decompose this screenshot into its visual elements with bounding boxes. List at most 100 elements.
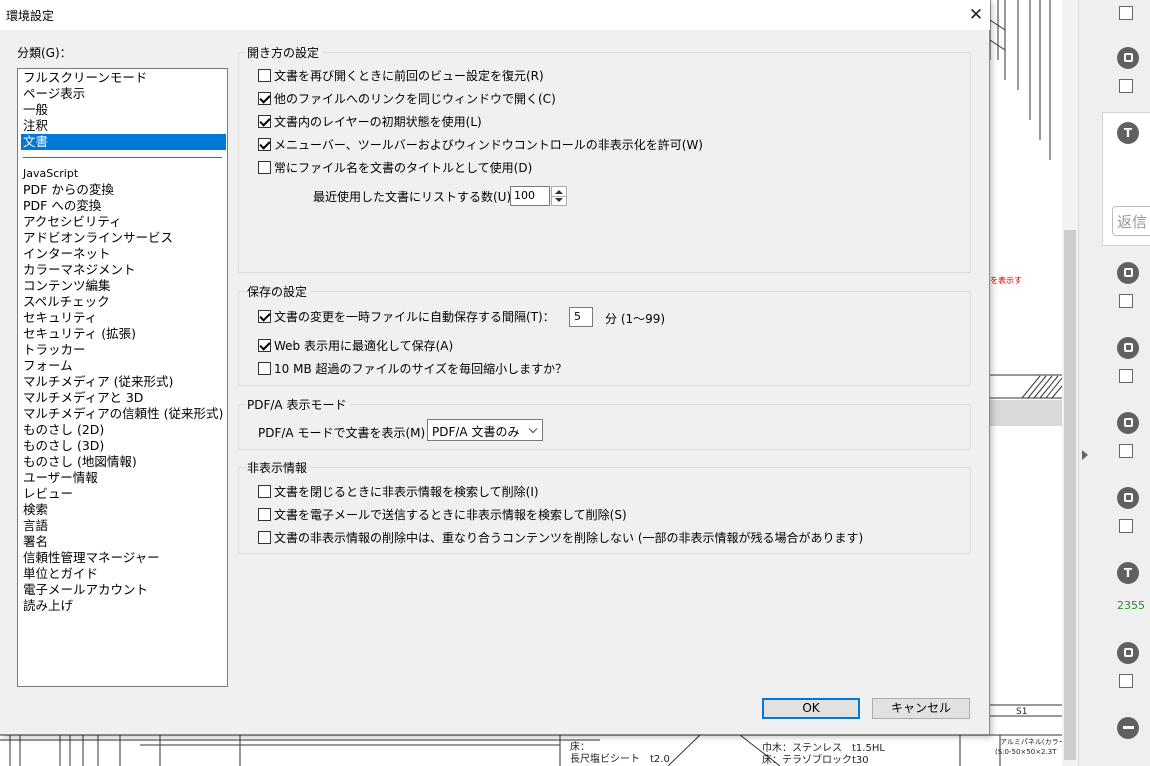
hide-menubar-option[interactable]: メニューバー、ツールバーおよびウィンドウコントロールの非表示化を許可(W) [258,137,703,153]
category-item[interactable]: 署名 [21,534,226,550]
preferences-dialog: 環境設定 ✕ 分類(G)： フルスクリーンモード ページ表示 一般 注釈 文書 … [0,0,990,735]
category-item[interactable]: PDF への変換 [21,198,226,214]
restore-view-option[interactable]: 文書を再び開くときに前回のビュー設定を復元(R) [258,68,544,84]
category-item[interactable]: 言語 [21,518,226,534]
category-item-general[interactable]: 一般 [21,102,226,118]
category-item-page-display[interactable]: ページ表示 [21,86,226,102]
save-settings-title: 保存の設定 [247,283,312,300]
same-window-label: 他のファイルへのリンクを同じウィンドウで開く(C) [274,92,556,106]
category-item[interactable]: 読み上げ [21,598,226,614]
category-item-commenting[interactable]: 注釈 [21,118,226,134]
stamp-comment-icon [1117,262,1139,284]
recent-docs-label: 最近使用した文書にリストする数(U)： [313,190,524,204]
category-item[interactable]: カラーマネジメント [21,262,226,278]
category-item-documents[interactable]: 文書 [21,134,226,150]
category-item[interactable]: JavaScript [21,166,226,182]
web-optimize-label: Web 表示用に最適化して保存(A) [274,339,454,353]
category-list[interactable]: フルスクリーンモード ページ表示 一般 注釈 文書 JavaScript PDF… [17,68,228,687]
stepper-down-icon[interactable] [555,198,563,202]
layer-state-option[interactable]: 文書内のレイヤーの初期状態を使用(L) [258,114,482,130]
pdfa-mode-select[interactable]: PDF/A 文書のみ [427,419,543,441]
category-item[interactable]: トラッカー [21,342,226,358]
category-item[interactable]: 電子メールアカウント [21,582,226,598]
recent-docs-stepper[interactable] [551,186,567,206]
text-comment-icon: T [1117,562,1139,584]
category-item[interactable]: セキュリティ (拡張) [21,326,226,342]
category-item[interactable]: ものさし (地図情報) [21,454,226,470]
comment-checkbox[interactable] [1119,674,1133,688]
restore-view-checkbox[interactable] [258,69,271,82]
category-item[interactable]: PDF からの変換 [21,182,226,198]
recent-docs-input[interactable]: 100 [510,186,550,206]
category-item-fullscreen[interactable]: フルスクリーンモード [21,70,226,86]
document-scrollbar-thumb[interactable] [1064,230,1076,760]
same-window-option[interactable]: 他のファイルへのリンクを同じウィンドウで開く(C) [258,91,556,107]
drawing-note-steel: (S:0-50×50×2.3T [995,748,1057,756]
comment-checkbox[interactable] [1119,369,1133,383]
remove-on-close-checkbox[interactable] [258,485,271,498]
web-optimize-checkbox[interactable] [258,339,271,352]
comment-checkbox[interactable] [1119,294,1133,308]
same-window-checkbox[interactable] [258,92,271,105]
pdfa-mode-label: PDF/A モードで文書を表示(M)： [258,426,438,440]
drawing-note-red: を表示す [990,275,1022,285]
category-item[interactable]: 単位とガイド [21,566,226,582]
category-separator [23,157,222,158]
stepper-up-icon[interactable] [555,190,563,194]
category-item[interactable]: マルチメディアの信頼性 (従来形式) [21,406,226,422]
category-item[interactable]: フォーム [21,358,226,374]
remove-on-email-option[interactable]: 文書を電子メールで送信するときに非表示情報を検索して削除(S) [258,507,627,523]
comment-checkbox[interactable] [1119,519,1133,533]
category-item[interactable]: マルチメディアと 3D [21,390,226,406]
category-item[interactable]: 信頼性管理マネージャー [21,550,226,566]
category-item[interactable]: アドビオンラインサービス [21,230,226,246]
category-item[interactable]: セキュリティ [21,310,226,326]
category-item[interactable]: アクセシビリティ [21,214,226,230]
layer-state-checkbox[interactable] [258,115,271,128]
web-optimize-option[interactable]: Web 表示用に最適化して保存(A) [258,338,453,354]
chevron-down-icon [528,424,538,434]
category-item[interactable]: スペルチェック [21,294,226,310]
autosave-interval-input[interactable]: 5 [569,307,593,327]
category-item[interactable]: ものさし (2D) [21,422,226,438]
comment-checkbox[interactable] [1119,6,1133,20]
category-item[interactable]: コンテンツ編集 [21,278,226,294]
cancel-button[interactable]: キャンセル [872,698,970,719]
category-item[interactable]: ユーザー情報 [21,470,226,486]
stamp-comment-icon [1117,337,1139,359]
comment-checkbox[interactable] [1119,444,1133,458]
filename-title-label: 常にファイル名を文書のタイトルとして使用(D) [274,161,533,175]
dialog-titlebar[interactable]: 環境設定 ✕ [0,0,990,30]
reduce-size-option[interactable]: 10 MB 超過のファイルのサイズを毎回縮小しますか？ [258,361,567,377]
panel-collapse-arrow-icon[interactable] [1082,450,1088,460]
comment-checkbox[interactable] [1119,79,1133,93]
ok-button[interactable]: OK [762,698,860,719]
drawing-note-terrazzo: 床：テラゾブロックt30 [762,753,869,766]
reply-input[interactable]: 返信 [1112,206,1150,236]
hide-menubar-checkbox[interactable] [258,138,271,151]
hide-menubar-label: メニューバー、ツールバーおよびウィンドウコントロールの非表示化を許可(W) [274,138,703,152]
filename-title-option[interactable]: 常にファイル名を文書のタイトルとして使用(D) [258,160,532,176]
close-icon[interactable]: ✕ [962,3,990,27]
category-item[interactable]: ものさし (3D) [21,438,226,454]
drawing-note-sheet: 長尺塩ビシート t2.0 [570,752,670,765]
remove-on-email-checkbox[interactable] [258,508,271,521]
keep-overlapping-label: 文書の非表示情報の削除中は、重なり合うコンテンツを削除しない (一部の非表示情報… [274,531,864,545]
drawing-note-baseboard: 巾木：ステンレス t1.5HL [762,741,885,754]
keep-overlapping-option[interactable]: 文書の非表示情報の削除中は、重なり合うコンテンツを削除しない (一部の非表示情報… [258,530,863,546]
pdfa-mode-value: PDF/A 文書のみ [432,425,520,439]
autosave-option[interactable]: 文書の変更を一時ファイルに自動保存する間隔(T)： [258,309,555,325]
category-item[interactable]: レビュー [21,486,226,502]
reduce-size-checkbox[interactable] [258,362,271,375]
filename-title-checkbox[interactable] [258,161,271,174]
remove-on-close-option[interactable]: 文書を閉じるときに非表示情報を検索して削除(I) [258,484,539,500]
category-item[interactable]: インターネット [21,246,226,262]
keep-overlapping-checkbox[interactable] [258,531,271,544]
layer-state-label: 文書内のレイヤーの初期状態を使用(L) [274,115,482,129]
category-item[interactable]: マルチメディア (従来形式) [21,374,226,390]
autosave-checkbox[interactable] [258,310,271,323]
reduce-size-label: 10 MB 超過のファイルのサイズを毎回縮小しますか？ [274,362,568,376]
line-comment-icon [1117,717,1139,739]
pdfa-title: PDF/A 表示モード [247,396,351,413]
category-item[interactable]: 検索 [21,502,226,518]
